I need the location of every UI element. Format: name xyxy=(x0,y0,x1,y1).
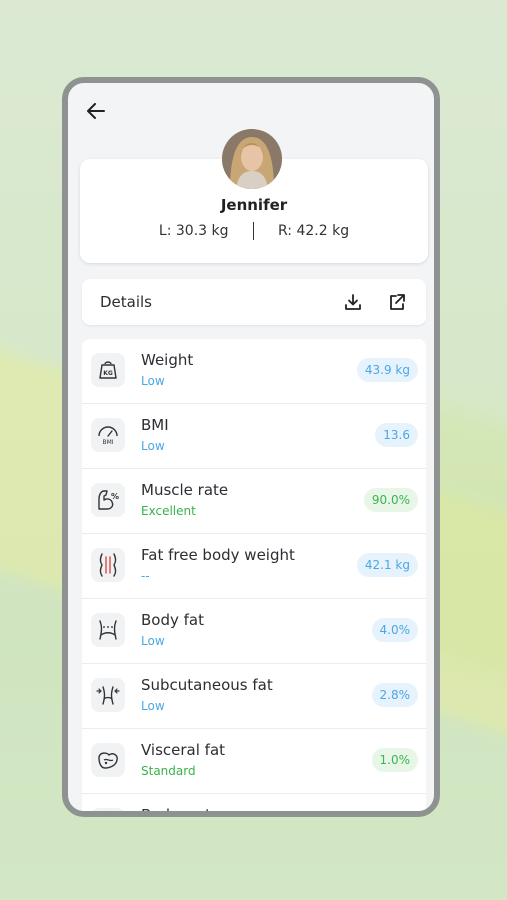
svg-text:BMI: BMI xyxy=(102,439,113,446)
water-drop-icon xyxy=(91,808,125,811)
body-outline-icon xyxy=(91,548,125,582)
metric-status: Low xyxy=(141,374,165,388)
metric-value: 1.0% xyxy=(371,748,418,772)
metric-name: BMI xyxy=(141,416,169,434)
metric-row-body-fat[interactable]: Body fat Low 4.0% xyxy=(82,599,426,664)
metric-row-weight[interactable]: KG Weight Low 43.9 kg xyxy=(82,339,426,404)
metric-status: Low xyxy=(141,634,165,648)
metric-name: Body fat xyxy=(141,611,204,629)
weights-divider xyxy=(252,222,254,240)
details-bar: Details xyxy=(82,279,426,325)
metric-name: Fat free body weight xyxy=(141,546,295,564)
svg-text:%: % xyxy=(111,492,119,501)
svg-text:KG: KG xyxy=(103,370,113,377)
metric-status: Low xyxy=(141,439,165,453)
metric-value: 2.8% xyxy=(371,683,418,707)
metric-status: -- xyxy=(141,569,150,583)
metric-name: Weight xyxy=(141,351,194,369)
metric-value xyxy=(402,813,418,817)
metric-name: Visceral fat xyxy=(141,741,226,759)
right-weight: R: 42.2 kg xyxy=(278,223,350,239)
metric-row-muscle-rate[interactable]: % Muscle rate Excellent 90.0% xyxy=(82,469,426,534)
metric-row-fat-free-weight[interactable]: Fat free body weight -- 42.1 kg xyxy=(82,534,426,599)
muscle-arm-icon: % xyxy=(91,483,125,517)
left-weight: L: 30.3 kg xyxy=(158,223,229,239)
metric-name: Subcutaneous fat xyxy=(141,676,273,694)
back-arrow-icon[interactable] xyxy=(84,99,108,123)
metric-row-body-water[interactable]: Body water xyxy=(82,794,426,817)
metric-row-subcutaneous-fat[interactable]: Subcutaneous fat Low 2.8% xyxy=(82,664,426,729)
profile-weights: L: 30.3 kg R: 42.2 kg xyxy=(80,222,428,240)
metric-status: Excellent xyxy=(141,504,196,518)
metrics-list: KG Weight Low 43.9 kg BMI BMI Low 13.6 %… xyxy=(82,339,426,817)
profile-name: Jennifer xyxy=(220,196,288,214)
metric-name: Body water xyxy=(141,806,227,817)
details-label: Details xyxy=(100,293,153,311)
subcutaneous-fat-icon xyxy=(91,678,125,712)
metric-value: 42.1 kg xyxy=(356,553,418,577)
waist-icon xyxy=(91,613,125,647)
avatar[interactable] xyxy=(222,129,282,189)
metric-status: Standard xyxy=(141,764,196,778)
scale-kg-icon: KG xyxy=(91,353,125,387)
metric-value: 4.0% xyxy=(371,618,418,642)
metric-value: 13.6 xyxy=(375,423,418,447)
metric-name: Muscle rate xyxy=(141,481,229,499)
download-icon[interactable] xyxy=(342,291,364,313)
metric-status: Low xyxy=(141,699,165,713)
bmi-gauge-icon: BMI xyxy=(91,418,125,452)
metric-row-visceral-fat[interactable]: Visceral fat Standard 1.0% xyxy=(82,729,426,794)
metric-value: 90.0% xyxy=(363,488,418,512)
metric-value: 43.9 kg xyxy=(356,358,418,382)
organ-icon xyxy=(91,743,125,777)
metric-row-bmi[interactable]: BMI BMI Low 13.6 xyxy=(82,404,426,469)
phone-frame: Jennifer L: 30.3 kg R: 42.2 kg Details K… xyxy=(62,77,440,817)
share-icon[interactable] xyxy=(386,291,408,313)
